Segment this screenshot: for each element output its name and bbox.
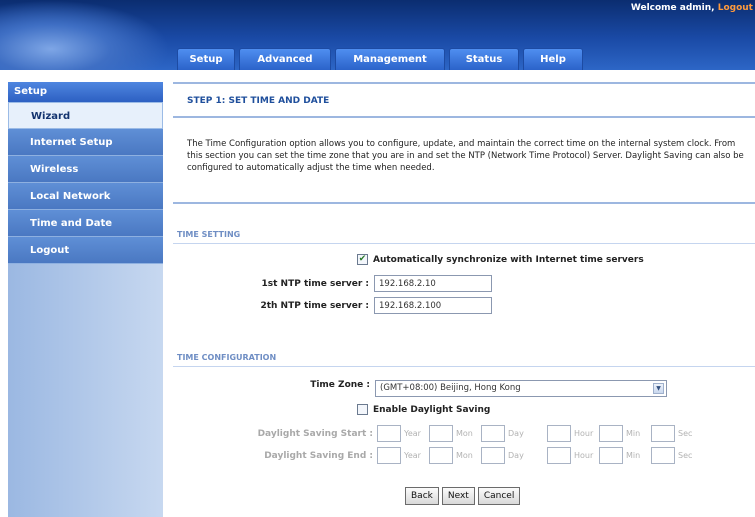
unit-sec: Sec [678, 429, 693, 438]
ntp2-label: 2th NTP time server : [260, 300, 369, 311]
sidebar-item-internet-setup[interactable]: Internet Setup [8, 129, 163, 156]
tab-setup[interactable]: Setup [177, 48, 235, 70]
title-rule [173, 116, 755, 118]
welcome-label: Welcome admin, [630, 3, 715, 13]
page-title: STEP 1: SET TIME AND DATE [187, 96, 330, 106]
unit-sec: Sec [678, 451, 693, 460]
header-gap [0, 70, 755, 82]
intro-text: The Time Configuration option allows you… [187, 139, 744, 173]
dst-start-label: Daylight Saving Start : [257, 428, 373, 439]
sidebar-item-time-and-date[interactable]: Time and Date [8, 210, 163, 237]
dst-end-row: Daylight Saving End : Year Mon Day Hour … [233, 447, 703, 464]
unit-day: Day [508, 451, 524, 460]
ntp1-row: 1st NTP time server : [233, 275, 492, 292]
back-button[interactable]: Back [405, 487, 439, 505]
sidebar-title: Setup [8, 82, 163, 102]
ntp1-input[interactable] [374, 275, 492, 292]
time-config-title: TIME CONFIGURATION [177, 353, 277, 362]
dst-row: Enable Daylight Saving [357, 404, 490, 415]
unit-min: Min [626, 451, 641, 460]
chevron-down-icon[interactable]: ▼ [653, 383, 664, 394]
dst-checkbox[interactable] [357, 404, 368, 415]
unit-hour: Hour [574, 451, 594, 460]
dst-start-min-input[interactable] [599, 425, 623, 442]
auto-sync-row: ✔ Automatically synchronize with Interne… [357, 254, 644, 265]
ntp1-label: 1st NTP time server : [261, 278, 370, 289]
timezone-value: (GMT+08:00) Beijing, Hong Kong [380, 383, 521, 393]
dst-end-sec-input[interactable] [651, 447, 675, 464]
dst-end-mon-input[interactable] [429, 447, 453, 464]
ntp2-input[interactable] [374, 297, 492, 314]
time-setting-title: TIME SETTING [177, 230, 241, 239]
dst-start-mon-input[interactable] [429, 425, 453, 442]
main-content: STEP 1: SET TIME AND DATE The Time Confi… [173, 82, 755, 517]
time-config-line [173, 366, 755, 367]
top-rule [173, 82, 755, 84]
auto-sync-label: Automatically synchronize with Internet … [373, 254, 644, 265]
dst-end-day-input[interactable] [481, 447, 505, 464]
dst-start-hour-input[interactable] [547, 425, 571, 442]
unit-mon: Mon [456, 429, 473, 438]
unit-year: Year [404, 429, 421, 438]
tab-advanced[interactable]: Advanced [239, 48, 331, 70]
dst-label: Enable Daylight Saving [373, 404, 491, 415]
header-decoration [0, 0, 170, 70]
timezone-row: Time Zone : [283, 380, 370, 390]
sidebar-item-local-network[interactable]: Local Network [8, 183, 163, 210]
unit-day: Day [508, 429, 524, 438]
unit-year: Year [404, 451, 421, 460]
dst-end-hour-input[interactable] [547, 447, 571, 464]
timezone-select[interactable]: (GMT+08:00) Beijing, Hong Kong ▼ [375, 380, 667, 397]
sidebar-item-wizard[interactable]: Wizard [8, 102, 163, 129]
sidebar-item-logout[interactable]: Logout [8, 237, 163, 264]
tab-status[interactable]: Status [449, 48, 519, 70]
next-button[interactable]: Next [441, 487, 475, 505]
intro-rule [173, 202, 755, 204]
logout-link[interactable]: Logout [718, 3, 753, 13]
timezone-label: Time Zone : [310, 380, 370, 390]
unit-mon: Mon [456, 451, 473, 460]
dst-start-day-input[interactable] [481, 425, 505, 442]
dst-end-label: Daylight Saving End : [264, 450, 373, 461]
dst-end-min-input[interactable] [599, 447, 623, 464]
ntp2-row: 2th NTP time server : [233, 297, 492, 314]
main-tabs: Setup Advanced Management Status Help [177, 46, 583, 70]
dst-start-sec-input[interactable] [651, 425, 675, 442]
time-setting-line [173, 243, 755, 244]
sidebar: Setup Wizard Internet Setup Wireless Loc… [8, 82, 163, 517]
tab-help[interactable]: Help [523, 48, 583, 70]
unit-min: Min [626, 429, 641, 438]
tab-management[interactable]: Management [335, 48, 445, 70]
cancel-button[interactable]: Cancel [477, 487, 521, 505]
sidebar-item-wireless[interactable]: Wireless [8, 156, 163, 183]
dst-start-year-input[interactable] [377, 425, 401, 442]
welcome-text: Welcome admin, Logout [631, 3, 753, 13]
dst-start-row: Daylight Saving Start : Year Mon Day Hou… [233, 425, 703, 442]
unit-hour: Hour [574, 429, 594, 438]
dst-end-year-input[interactable] [377, 447, 401, 464]
auto-sync-checkbox[interactable]: ✔ [357, 254, 368, 265]
button-row: Back Next Cancel [405, 487, 523, 505]
header-banner: Welcome admin, Logout Setup Advanced Man… [0, 0, 755, 70]
